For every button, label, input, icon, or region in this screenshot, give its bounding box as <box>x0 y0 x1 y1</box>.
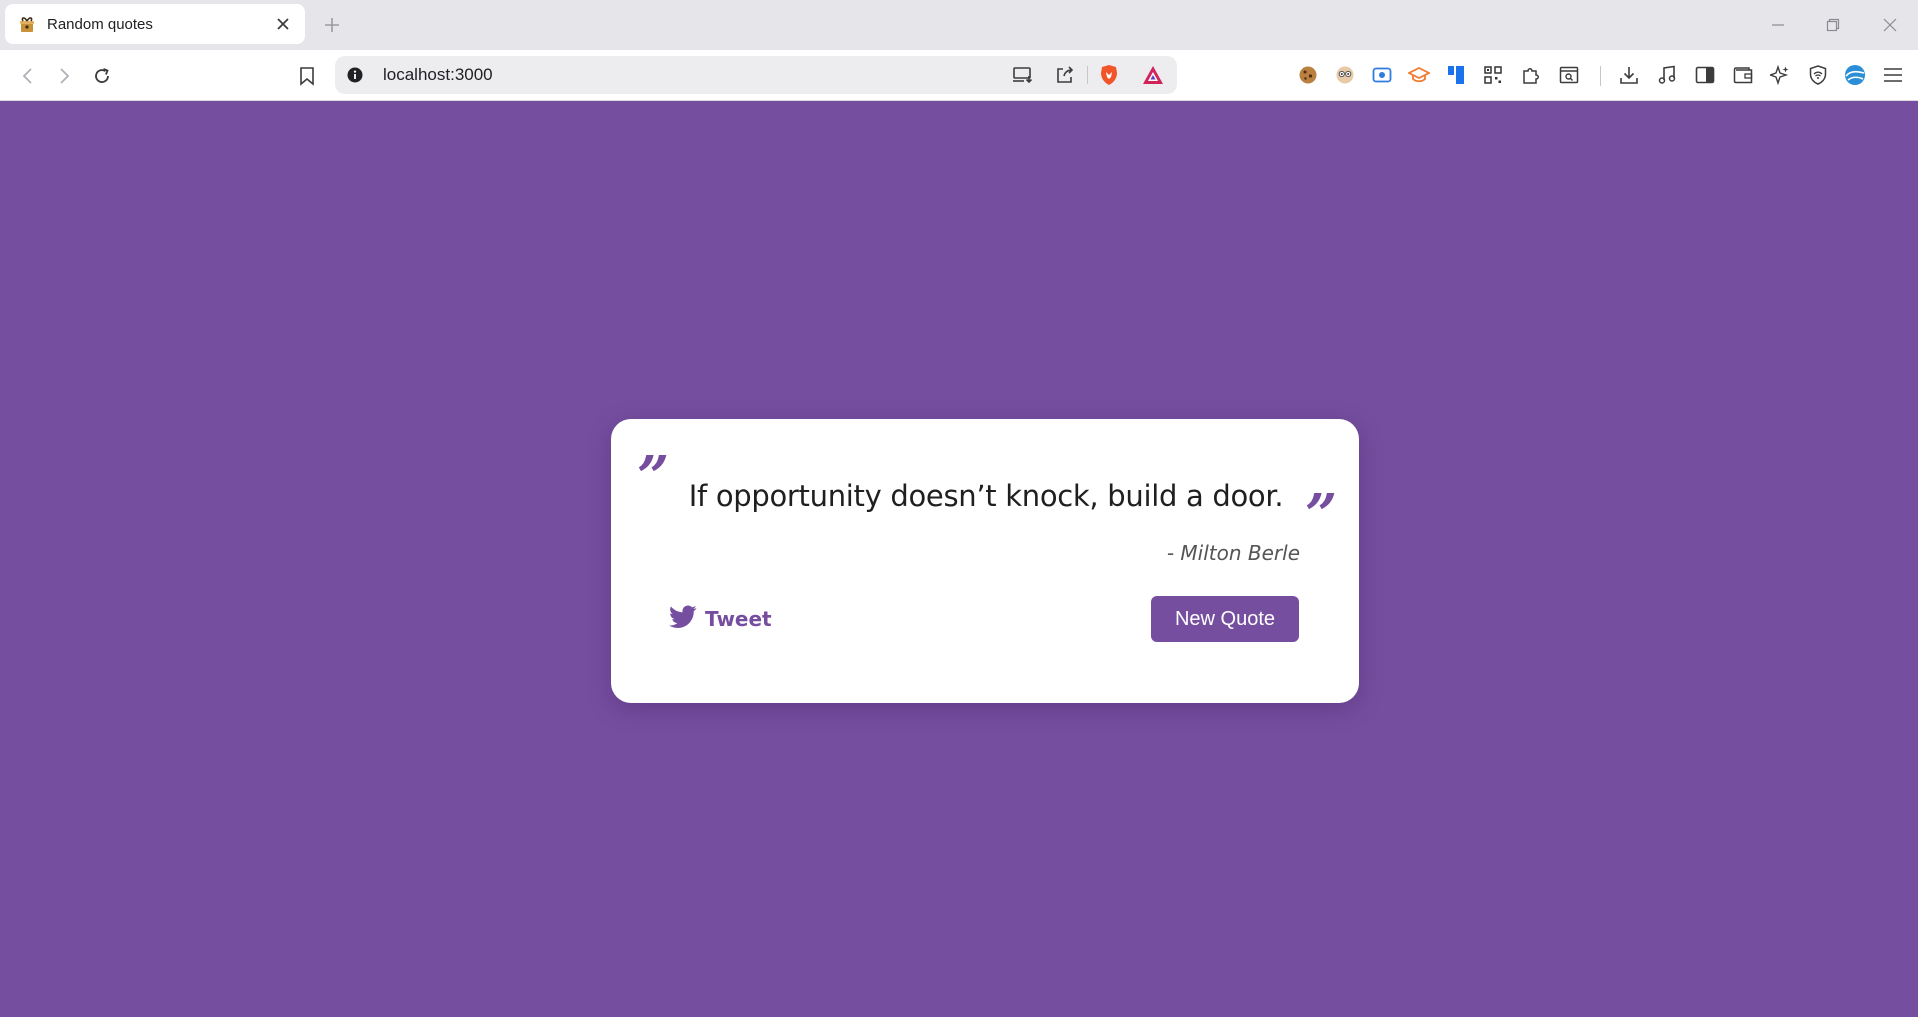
brave-shields-icon[interactable] <box>1097 63 1121 87</box>
screenshot-extension-icon[interactable] <box>1369 62 1395 88</box>
quote-card: ” If opportunity doesn’t knock, build a … <box>611 419 1359 703</box>
wallet-icon[interactable] <box>1730 62 1756 88</box>
site-info-icon[interactable] <box>345 65 365 85</box>
twitter-bird-icon <box>669 604 697 634</box>
reload-icon[interactable] <box>88 62 116 90</box>
address-bar-separator <box>1087 66 1088 84</box>
cast-to-device-icon[interactable] <box>1011 63 1035 87</box>
page-search-extension-icon[interactable] <box>1556 62 1582 88</box>
tab-title: Random quotes <box>47 15 153 33</box>
download-icon[interactable] <box>1616 62 1642 88</box>
forward-arrow-icon[interactable] <box>50 62 78 90</box>
browser-toolbar <box>0 50 1918 101</box>
toolbar-separator <box>1600 66 1601 86</box>
sidebar-toggle-icon[interactable] <box>1692 62 1718 88</box>
new-quote-button[interactable]: New Quote <box>1151 596 1299 642</box>
owl-extension-icon[interactable] <box>1332 62 1358 88</box>
close-quote-mark-icon: ” <box>1305 482 1338 548</box>
leo-ai-sparkle-icon[interactable] <box>1767 62 1793 88</box>
puzzle-extensions-icon[interactable] <box>1518 62 1544 88</box>
quote-text: If opportunity doesn’t knock, build a do… <box>688 479 1284 513</box>
profile-globe-avatar-icon[interactable] <box>1842 62 1868 88</box>
url-input[interactable] <box>383 56 943 94</box>
close-window-icon[interactable] <box>1877 12 1903 38</box>
academic-cap-extension-icon[interactable] <box>1406 62 1432 88</box>
bookmark-icon[interactable] <box>293 62 321 90</box>
tab-strip: Random quotes <box>0 0 1918 50</box>
vpn-shield-icon[interactable] <box>1805 62 1831 88</box>
share-icon[interactable] <box>1053 63 1077 87</box>
main-menu-hamburger-icon[interactable] <box>1880 62 1906 88</box>
media-music-note-icon[interactable] <box>1654 62 1680 88</box>
open-quote-mark-icon: ” <box>637 444 670 510</box>
tweet-button[interactable]: Tweet <box>669 602 772 636</box>
browser-tab[interactable]: Random quotes <box>5 4 305 44</box>
brave-rewards-icon[interactable] <box>1141 63 1165 87</box>
tab-close-icon[interactable] <box>273 14 293 34</box>
quote-author: - Milton Berle <box>1166 541 1300 565</box>
qr-code-extension-icon[interactable] <box>1480 62 1506 88</box>
new-tab-plus-icon[interactable] <box>320 13 344 37</box>
cookie-extension-icon[interactable] <box>1295 62 1321 88</box>
back-arrow-icon[interactable] <box>14 62 42 90</box>
address-bar[interactable] <box>335 56 1177 94</box>
tab-favicon-icon <box>17 14 37 34</box>
restore-window-icon[interactable] <box>1820 12 1846 38</box>
minimize-window-icon[interactable] <box>1765 12 1791 38</box>
blue-panel-extension-icon[interactable] <box>1443 62 1469 88</box>
tweet-label: Tweet <box>705 607 772 631</box>
